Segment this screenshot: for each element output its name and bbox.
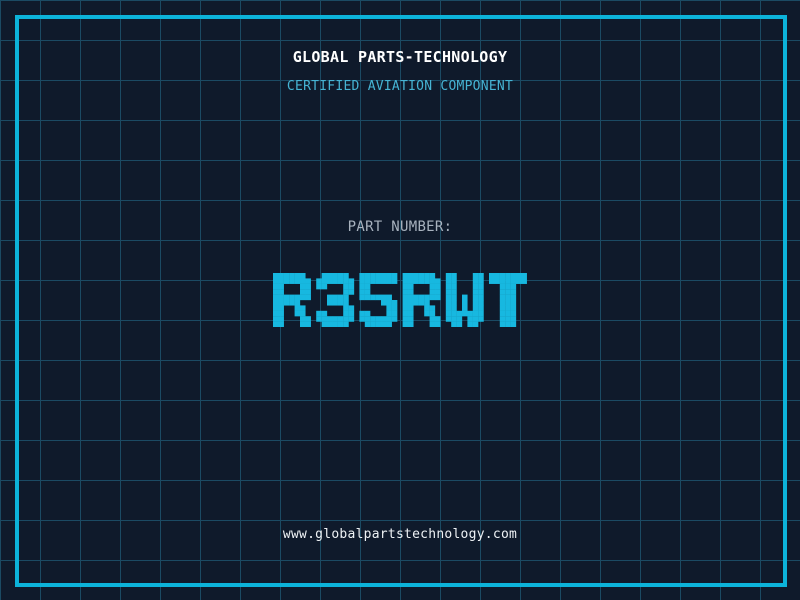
- website-url: www.globalpartstechnology.com: [282, 527, 518, 542]
- certification-subtitle: CERTIFIED AVIATION COMPONENT: [286, 79, 514, 94]
- part-number-value: [0, 273, 800, 327]
- part-certificate-screen: GLOBAL PARTS-TECHNOLOGY CERTIFIED AVIATI…: [0, 0, 800, 600]
- company-name: GLOBAL PARTS-TECHNOLOGY: [292, 48, 508, 66]
- part-number-label: PART NUMBER:: [347, 219, 453, 235]
